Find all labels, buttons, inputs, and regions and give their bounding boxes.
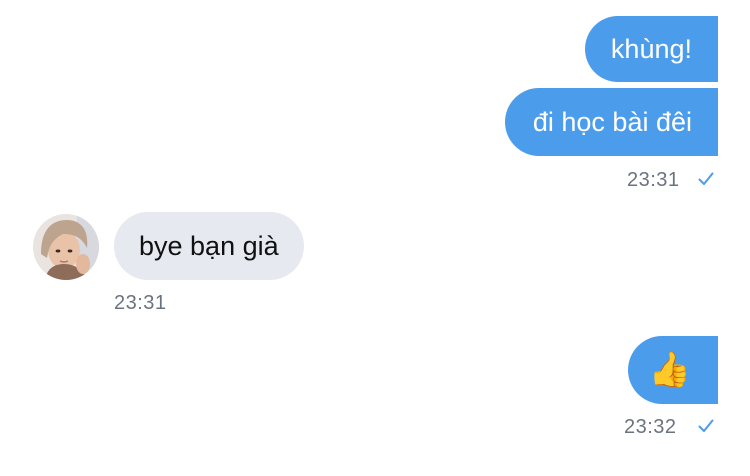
- message-text: bye bạn già: [139, 230, 279, 261]
- message-timestamp: 23:31: [114, 292, 167, 314]
- message-timestamp: 23:32: [624, 416, 677, 438]
- message-timestamp: 23:31: [627, 169, 680, 191]
- sent-check-icon: [698, 419, 714, 432]
- outgoing-emoji-bubble[interactable]: 👍: [628, 336, 718, 404]
- thumbs-up-emoji: 👍: [648, 351, 692, 389]
- chat-screen: { "messages": [ {"direction": "outgoing"…: [0, 0, 750, 476]
- outgoing-message-bubble[interactable]: khùng!: [584, 16, 718, 82]
- avatar[interactable]: [33, 214, 99, 280]
- message-text: khùng!: [610, 33, 692, 64]
- message-text: đi học bài đêi: [532, 106, 692, 137]
- outgoing-message-bubble[interactable]: đi học bài đêi: [504, 88, 718, 156]
- incoming-message-bubble[interactable]: bye bạn già: [114, 212, 304, 280]
- sent-check-icon: [698, 172, 714, 185]
- user-avatar-icon: [33, 214, 99, 280]
